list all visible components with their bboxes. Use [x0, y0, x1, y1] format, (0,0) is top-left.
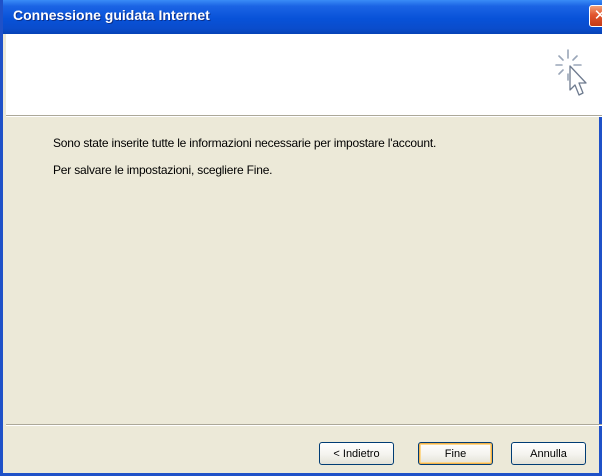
cancel-button[interactable]: Annulla: [511, 442, 586, 465]
footer-separator-highlight: [6, 425, 602, 426]
title-bar[interactable]: Connessione guidata Internet ✕: [3, 0, 602, 34]
wizard-cursor-icon: [555, 49, 587, 96]
summary-text: Sono state inserite tutte le informazion…: [53, 136, 437, 150]
instruction-text: Per salvare le impostazioni, scegliere F…: [53, 163, 273, 177]
wizard-window: Connessione guidata Internet ✕ Sono stat…: [0, 0, 602, 476]
close-icon: ✕: [593, 7, 602, 24]
window-title: Connessione guidata Internet: [13, 7, 210, 23]
back-button[interactable]: < Indietro: [319, 442, 394, 465]
header-separator: [6, 116, 602, 117]
wizard-header-panel: [6, 34, 602, 116]
finish-button[interactable]: Fine: [418, 442, 493, 465]
close-button[interactable]: ✕: [589, 5, 602, 27]
